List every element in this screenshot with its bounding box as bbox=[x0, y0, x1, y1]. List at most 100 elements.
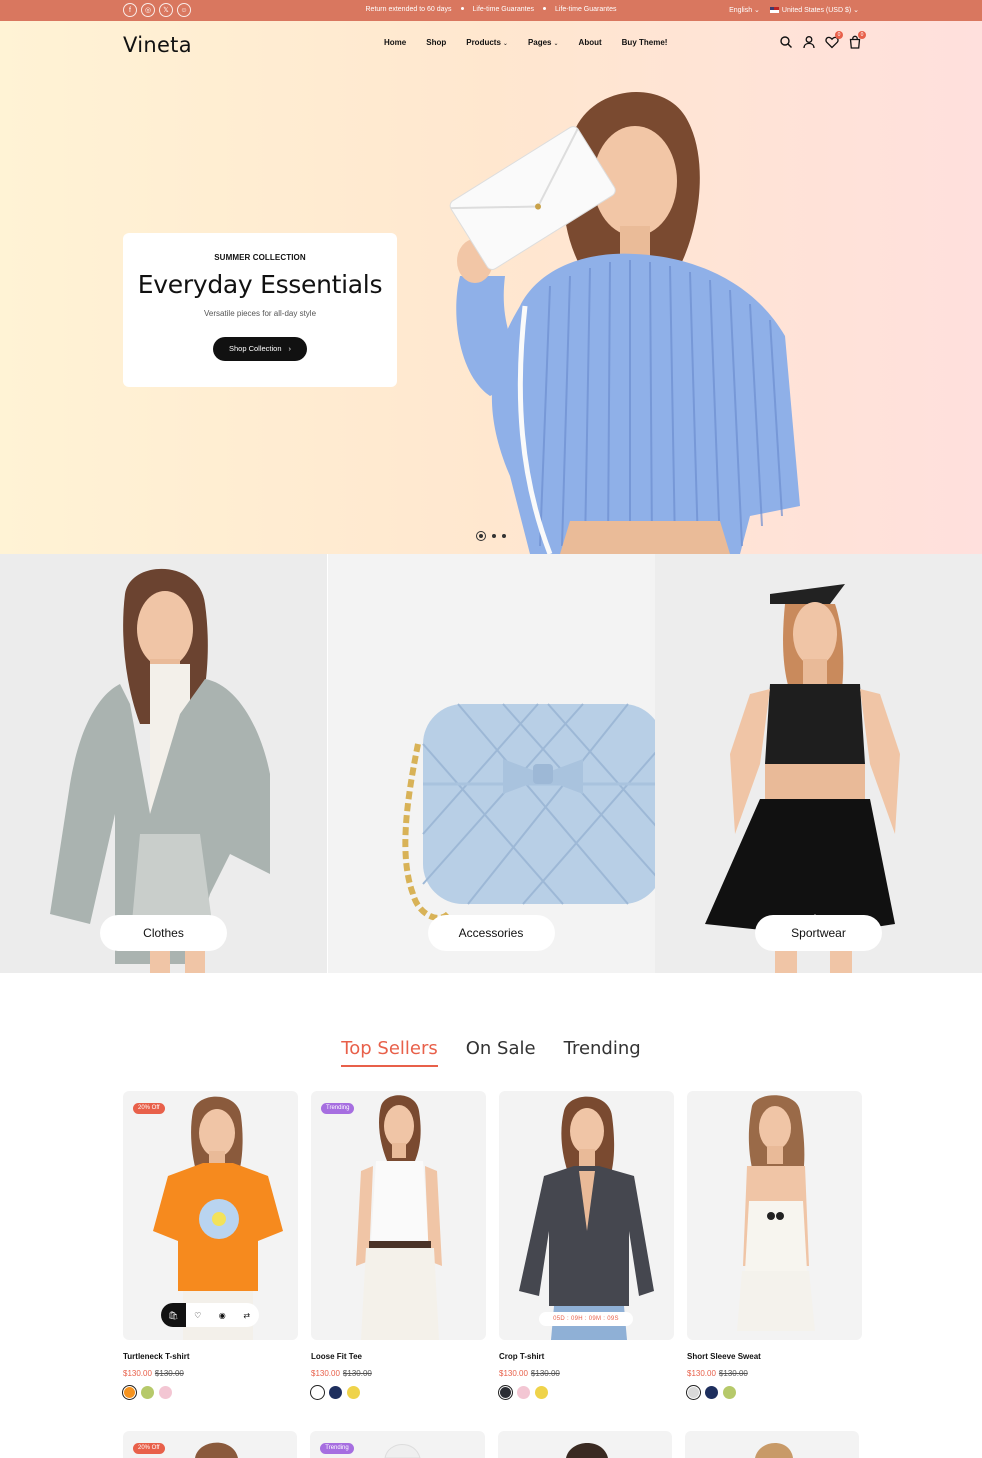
wishlist-icon[interactable]: 0 bbox=[825, 31, 843, 49]
product-grid: 20% Off 🛍 ♡ ◉ ⇄ Turtleneck T-shirt $130.… bbox=[122, 1091, 862, 1400]
product-image[interactable] bbox=[687, 1091, 862, 1340]
product-image[interactable] bbox=[497, 1431, 672, 1458]
button-label: Shop Collection bbox=[228, 344, 282, 353]
category-label[interactable]: Clothes bbox=[100, 915, 227, 951]
language-select[interactable]: English ⌄ bbox=[729, 6, 760, 14]
color-swatch[interactable] bbox=[141, 1386, 154, 1399]
hero-subtitle: Versatile pieces for all-day style bbox=[203, 309, 317, 318]
product-name[interactable]: Crop T-shirt bbox=[499, 1352, 674, 1361]
site-logo[interactable]: Vineta bbox=[123, 33, 192, 57]
compare-icon[interactable]: ⇄ bbox=[235, 1303, 260, 1327]
product-card[interactable]: 05D : 09H : 09M : 09S Crop T-shirt $130.… bbox=[498, 1091, 674, 1400]
sportwear-category-image bbox=[705, 584, 900, 973]
color-swatch[interactable] bbox=[705, 1386, 718, 1399]
product-image[interactable]: 20% Off bbox=[123, 1431, 298, 1458]
color-swatch[interactable] bbox=[535, 1386, 548, 1399]
cart-icon[interactable]: 0 bbox=[848, 31, 866, 49]
separator-dot bbox=[460, 7, 464, 11]
currency-select[interactable]: United States (USD $) ⌄ bbox=[769, 6, 859, 14]
product-image[interactable]: 05D : 09H : 09M : 09S bbox=[499, 1091, 674, 1340]
chevron-down-icon: ⌄ bbox=[754, 7, 760, 14]
color-swatch[interactable] bbox=[686, 1385, 701, 1400]
menu-item-products[interactable]: Products ⌄ bbox=[466, 38, 508, 47]
locale-selectors: English ⌄ United States (USD $) ⌄ bbox=[729, 6, 859, 14]
quick-view-icon[interactable]: ◉ bbox=[210, 1303, 235, 1327]
account-icon[interactable] bbox=[802, 35, 816, 49]
category-card-clothes[interactable]: Clothes bbox=[0, 554, 327, 973]
category-card-accessories[interactable]: Accessories bbox=[327, 554, 655, 973]
menu-item-about[interactable]: About bbox=[579, 38, 602, 47]
menu-item-pages[interactable]: Pages ⌄ bbox=[528, 38, 559, 47]
chevron-down-icon: ⌄ bbox=[553, 41, 559, 47]
cart-count-badge: 0 bbox=[858, 31, 866, 39]
product-image[interactable]: 20% Off 🛍 ♡ ◉ ⇄ bbox=[123, 1091, 298, 1340]
menu-item-label: Shop bbox=[426, 38, 447, 47]
original-price: $130.00 bbox=[154, 1369, 184, 1378]
chevron-right-icon: › bbox=[288, 344, 292, 353]
menu-item-shop[interactable]: Shop bbox=[426, 38, 446, 47]
color-swatches bbox=[310, 1385, 486, 1400]
category-label[interactable]: Accessories bbox=[427, 915, 555, 951]
slide-dot[interactable] bbox=[476, 531, 486, 541]
main-menu: Home Shop Products ⌄ Pages ⌄ About Buy The… bbox=[384, 38, 687, 47]
color-swatch[interactable] bbox=[723, 1386, 736, 1399]
original-price: $130.00 bbox=[342, 1369, 372, 1378]
color-swatch[interactable] bbox=[347, 1386, 360, 1399]
product-name[interactable]: Short Sleeve Sweat bbox=[687, 1352, 862, 1361]
trending-badge: Trending bbox=[320, 1443, 354, 1454]
product-card[interactable]: 20% Off 🛍 ♡ ◉ ⇄ Turtleneck T-shirt $130.… bbox=[122, 1091, 298, 1400]
tab-on-sale[interactable]: On Sale bbox=[466, 1038, 536, 1067]
chevron-down-icon: ⌄ bbox=[502, 41, 508, 47]
notice-text: Life-time Guarantes bbox=[472, 6, 534, 13]
color-swatch[interactable] bbox=[517, 1386, 530, 1399]
color-swatch[interactable] bbox=[329, 1386, 342, 1399]
product-name[interactable]: Loose Fit Tee bbox=[311, 1352, 486, 1361]
color-swatch[interactable] bbox=[498, 1385, 513, 1400]
shop-collection-button[interactable]: Shop Collection › bbox=[212, 337, 308, 361]
product-photo bbox=[519, 1096, 654, 1340]
color-swatch[interactable] bbox=[310, 1385, 325, 1400]
product-grid-row-2: 20% Off Trending bbox=[123, 1431, 859, 1458]
product-photo bbox=[565, 1442, 608, 1458]
original-price: $130.00 bbox=[530, 1369, 560, 1378]
sale-price: $130.00 bbox=[123, 1369, 152, 1378]
menu-item-buy-theme[interactable]: Buy Theme! bbox=[622, 38, 668, 47]
chevron-down-icon: ⌄ bbox=[853, 7, 859, 14]
sale-countdown: 05D : 09H : 09M : 09S bbox=[539, 1312, 633, 1326]
product-card[interactable]: Trending Loose Fit Tee $130.00 $130.00 bbox=[310, 1091, 486, 1400]
sale-price: $130.00 bbox=[499, 1369, 528, 1378]
product-quick-actions: 🛍 ♡ ◉ ⇄ bbox=[161, 1303, 259, 1327]
slide-dot[interactable] bbox=[492, 534, 496, 538]
color-swatches bbox=[122, 1385, 298, 1400]
category-grid: Clothes Accessories Sportwear bbox=[0, 554, 982, 973]
slide-dot[interactable] bbox=[502, 534, 506, 538]
product-tabs: Top Sellers On Sale Trending bbox=[0, 1038, 982, 1067]
main-header: Vineta Home Shop Products ⌄ Pages ⌄ About … bbox=[0, 21, 982, 67]
wishlist-icon[interactable]: ♡ bbox=[186, 1303, 211, 1327]
product-image[interactable]: Trending bbox=[311, 1091, 486, 1340]
us-flag-icon bbox=[769, 7, 779, 13]
color-swatch[interactable] bbox=[122, 1385, 137, 1400]
color-swatch[interactable] bbox=[159, 1386, 172, 1399]
currency-label: United States (USD $) bbox=[781, 7, 852, 14]
hero-promo-card: SUMMER COLLECTION Everyday Essentials Ve… bbox=[123, 233, 397, 387]
product-card[interactable]: Short Sleeve Sweat $130.00 $130.00 bbox=[686, 1091, 862, 1400]
menu-item-home[interactable]: Home bbox=[384, 38, 406, 47]
clothes-category-image bbox=[50, 568, 270, 973]
sale-price: $130.00 bbox=[311, 1369, 340, 1378]
hero-title: Everyday Essentials bbox=[137, 270, 383, 299]
add-to-cart-icon[interactable]: 🛍 bbox=[161, 1303, 186, 1327]
product-name[interactable]: Turtleneck T-shirt bbox=[123, 1352, 298, 1361]
slider-pagination bbox=[476, 531, 506, 541]
tab-trending[interactable]: Trending bbox=[564, 1038, 641, 1067]
product-image[interactable]: Trending bbox=[310, 1431, 485, 1458]
product-photo bbox=[754, 1442, 793, 1458]
product-image[interactable] bbox=[684, 1431, 859, 1458]
product-price: $130.00 $130.00 bbox=[123, 1369, 298, 1378]
product-photo bbox=[356, 1095, 442, 1340]
separator-dot bbox=[543, 7, 546, 11]
category-label[interactable]: Sportwear bbox=[755, 915, 882, 951]
tab-top-sellers[interactable]: Top Sellers bbox=[341, 1038, 438, 1067]
category-card-sportwear[interactable]: Sportwear bbox=[655, 554, 982, 973]
search-icon[interactable] bbox=[779, 35, 793, 49]
